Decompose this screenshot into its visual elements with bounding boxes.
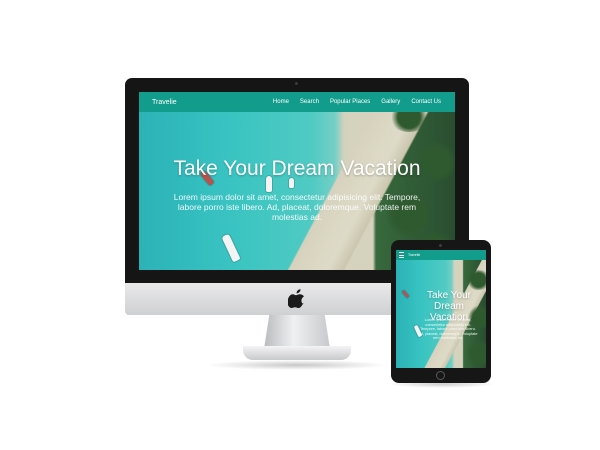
ipad-camera [439, 244, 442, 247]
tablet-hero-text: Lorem ipsum dolor sit amet, consectetur … [418, 318, 478, 341]
ipad-home-button[interactable] [436, 371, 445, 380]
nav-link-search[interactable]: Search [300, 99, 319, 105]
imac-camera [295, 82, 298, 85]
tablet-navbar: Travelie [396, 250, 486, 260]
nav-link-popular-places[interactable]: Popular Places [330, 99, 370, 105]
imac-stand-neck [264, 315, 330, 349]
hero-title: Take Your Dream Vacation [173, 157, 421, 180]
desktop-nav-links: Home Search Popular Places Gallery Conta… [262, 99, 455, 105]
brand-logo[interactable]: Travelie [139, 99, 262, 106]
nav-link-home[interactable]: Home [273, 99, 289, 105]
tree-cluster [466, 270, 486, 290]
tablet-hero-section: Take Your Dream Vacation Lorem ipsum dol… [396, 260, 486, 368]
hero-text: Lorem ipsum dolor sit amet, consectetur … [173, 192, 421, 222]
imac-shadow [205, 360, 389, 370]
nav-link-contact-us[interactable]: Contact Us [411, 99, 441, 105]
ipad-mockup: Travelie Take Your Dream Vacation Lorem … [391, 240, 491, 383]
tablet-brand-logo[interactable]: Travelie [408, 253, 420, 257]
tablet-website: Travelie Take Your Dream Vacation Lorem … [396, 250, 486, 368]
imac-stand-foot [243, 346, 351, 360]
hamburger-menu-icon[interactable] [399, 252, 404, 258]
tree-cluster [466, 340, 486, 368]
desktop-navbar: Travelie Home Search Popular Places Gall… [139, 92, 455, 112]
apple-logo-icon [288, 289, 304, 308]
nav-link-gallery[interactable]: Gallery [381, 99, 400, 105]
